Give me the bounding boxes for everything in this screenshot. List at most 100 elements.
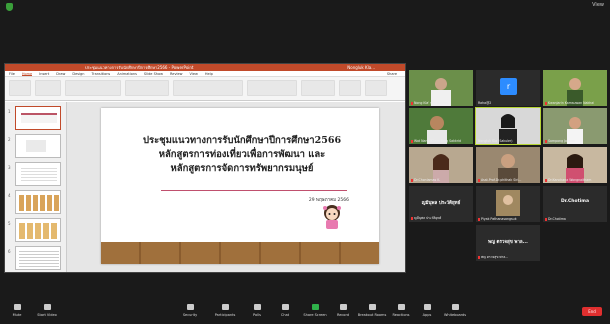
tab-help[interactable]: Help [205,71,213,76]
participant-tile[interactable]: Nong Kla' sak Jaiman [409,70,473,106]
whiteboard-icon [451,304,459,310]
breakout-rooms-button[interactable]: Breakout Rooms [357,304,387,317]
shield-icon[interactable] [6,3,13,11]
slide-thumb-2[interactable]: 2 [8,134,61,158]
editing-group[interactable] [301,80,335,96]
tab-draw[interactable]: Draw [56,71,65,76]
participant-name: Raha@2 [478,101,492,105]
apps-button[interactable]: Apps [412,304,442,317]
polls-icon [253,304,261,310]
participant-name: Piyak Pathanasangsuk [481,217,517,221]
slide-title-line-3: หลักสูตรการจัดการทรัพยากรมนุษย์ [170,163,314,174]
mute-button[interactable]: Mute [2,304,32,317]
security-button[interactable]: Security [175,304,205,317]
tab-insert[interactable]: Insert [39,71,49,76]
participant-name: Dr.Chotima [548,217,566,221]
participant-name: Asst.Prof.Dr.phithak Siri... [481,178,522,182]
tab-transitions[interactable]: Transitions [92,71,111,76]
font-group[interactable] [65,80,121,96]
end-meeting-button[interactable]: End [582,307,602,316]
apps-icon [423,304,431,310]
tab-slide-show[interactable]: Slide Show [144,71,163,76]
participant-tile[interactable]: พญ ตรวจสุข พาล... พญ ตรวจสุข พาล... [476,225,540,261]
paragraph-group[interactable] [125,80,169,96]
participant-name: Dr.Chonlamas K. [414,178,441,182]
share-button[interactable]: Share [387,71,397,76]
ppt-ribbon [5,77,405,101]
tab-file[interactable]: File [9,71,15,76]
slide-date: 29 พฤษภาคม 2566 [308,198,349,203]
designer-group[interactable] [365,80,387,96]
participant-tile[interactable]: Dr.Chotima Dr.Chotima [543,186,607,222]
participant-name: พญ ตรวจสุข พาล... [481,255,509,259]
shared-screen: ประชุมแนวทางการรับนักศึกษาปีการศึกษา2566… [4,63,406,273]
participant-tile[interactable]: Sompong Jaiman [543,108,607,144]
muted-mic-icon [478,178,480,182]
slide-thumb-5[interactable]: 5 [8,218,61,242]
wood-floor-decoration [101,242,379,264]
tab-view[interactable]: View [190,71,198,76]
participant-display-name: ญมีนุพล ประวัติยุทธ์ [421,201,461,206]
record-button[interactable]: Record [328,304,358,317]
participant-tile[interactable]: Wat Nang Kham Tong Sakkrid [409,108,473,144]
participant-name: Nong Kla' sak Jaiman [414,101,448,105]
participant-name: Kwanjarin Kamsuwan Nakhai [548,101,595,105]
muted-mic-icon [478,217,480,221]
shapes-group[interactable] [247,80,297,96]
view-button[interactable]: View [592,2,604,8]
slide-thumb-1[interactable]: 1 [8,106,61,130]
clipboard-group[interactable] [9,80,31,96]
meeting-toolbar: Mute Start Video Security Participants P… [0,300,610,324]
tab-review[interactable]: Review [170,71,183,76]
share-screen-button[interactable]: Share Screen [300,304,330,317]
muted-mic-icon [545,217,547,221]
participant-tile[interactable]: Kwanjarin Kamsuwan Nakhai [543,70,607,106]
muted-mic-icon [545,178,547,182]
participant-tile[interactable]: Asst.Prof.Dr.phithak Siri... [476,147,540,183]
ppt-user[interactable]: Nongluk Kla... [347,64,375,71]
participant-tile[interactable]: Piyak Pathanasangsuk [476,186,540,222]
reactions-icon [397,304,405,310]
tab-design[interactable]: Design [72,71,84,76]
participants-button[interactable]: Participants [210,304,240,317]
participant-tile[interactable]: Dr.Chonlamas K. [409,147,473,183]
slide-title-line-1: ประชุมแนวทางการรับนักศึกษาปีการศึกษา2566 [142,135,342,146]
tab-animations[interactable]: Animations [117,71,137,76]
current-slide[interactable]: ประชุมแนวทางการรับนักศึกษาปีการศึกษา2566… [101,108,379,264]
dictate-group[interactable] [339,80,361,96]
microphone-icon [13,304,21,310]
slides-group[interactable] [35,80,61,96]
drawing-group[interactable] [173,80,243,96]
muted-mic-icon [411,178,413,182]
shield-icon [186,304,194,310]
participant-tile[interactable]: r Raha@2 [476,70,540,106]
breakout-rooms-icon [368,304,376,310]
zoom-top-bar: View [0,0,610,14]
muted-mic-icon [545,101,547,105]
video-camera-icon [43,304,51,310]
muted-mic-icon [545,139,547,143]
slide-thumbnails: 1 2 3 4 5 6 [5,102,67,272]
slide-title: ประชุมแนวทางการรับนักศึกษาปีการศึกษา2566… [117,134,367,176]
cartoon-girl-illustration [323,205,341,229]
polls-button[interactable]: Polls [242,304,272,317]
participant-display-name: Dr.Chotima [560,199,590,204]
participant-tile[interactable]: ญมีนุพล ประวัติยุทธ์ ญมีนุพล ประวัติยุทธ… [409,186,473,222]
participant-tile[interactable]: Dr.Kanchana Wongnaitham [543,147,607,183]
start-video-button[interactable]: Start Video [32,304,62,317]
chat-icon [281,304,289,310]
participant-name: Wat Nang Kham Tong Sakkrid [414,139,462,143]
share-screen-icon [311,304,319,310]
slide-thumb-4[interactable]: 4 [8,190,61,214]
slide-title-line-2: หลักสูตรการท่องเที่ยวเพื่อการพัฒนา และ [158,149,326,160]
slide-thumb-6[interactable]: 6 [8,246,61,270]
participants-icon [221,304,229,310]
slide-thumb-3[interactable]: 3 [8,162,61,186]
participant-display-name: พญ ตรวจสุข พาล... [488,240,528,245]
participant-name: Sompong Jaiman [548,139,575,143]
record-icon [339,304,347,310]
whiteboards-button[interactable]: Whiteboards [440,304,470,317]
tab-home[interactable]: Home [21,71,33,76]
chat-button[interactable]: Chat [270,304,300,317]
participant-tile-active-speaker[interactable]: Nongluk Kla (Sakuler) [475,107,541,145]
